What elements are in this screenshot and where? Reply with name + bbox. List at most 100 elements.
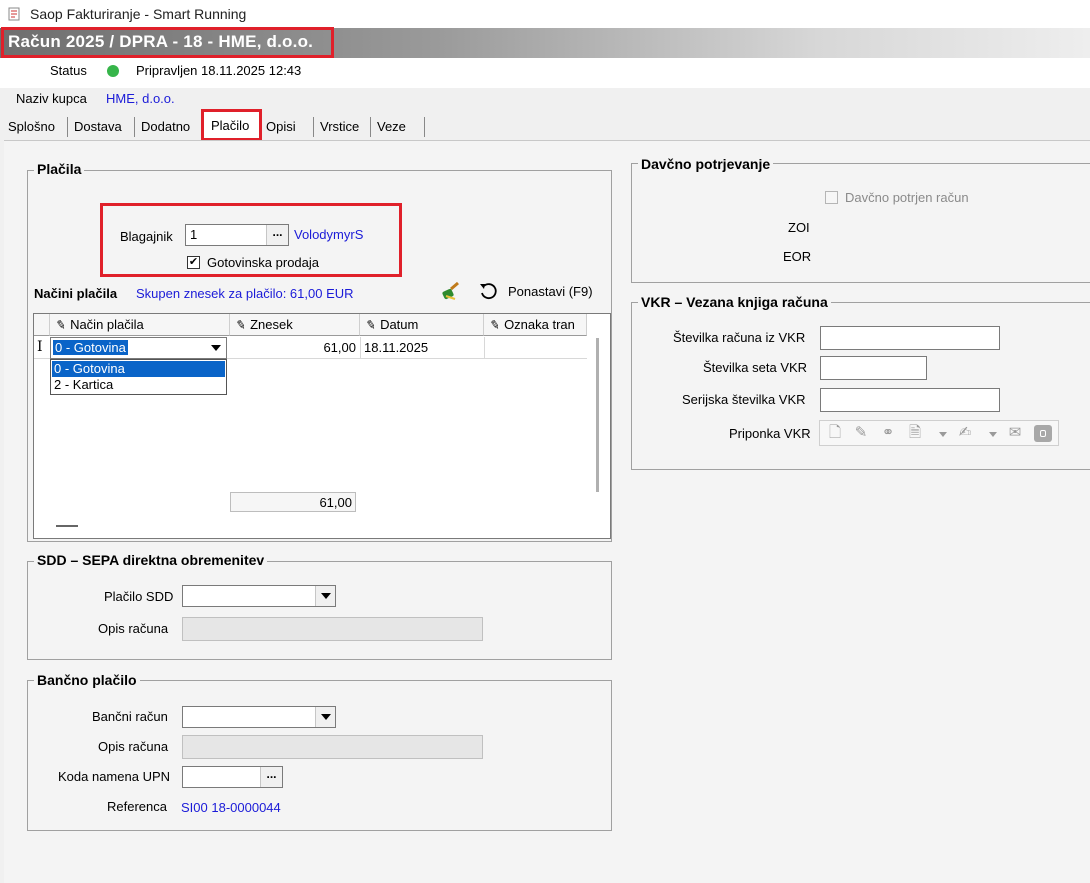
chevron-down-icon bbox=[320, 714, 331, 720]
nacini-placila-label: Načini plačila bbox=[34, 286, 118, 301]
row-znesek[interactable]: 61,00 bbox=[230, 340, 356, 355]
customer-link[interactable]: HME, d.o.o. bbox=[106, 91, 175, 106]
chevron-down-icon bbox=[211, 345, 221, 351]
gotovinska-label: Gotovinska prodaja bbox=[207, 255, 320, 270]
app-icon bbox=[8, 7, 20, 21]
tab-separator bbox=[370, 117, 371, 137]
nacin-placila-value: 0 - Gotovina bbox=[53, 340, 128, 355]
placilo-sdd-dropdown-button[interactable] bbox=[315, 586, 335, 606]
tab-opisi[interactable]: Opisi bbox=[266, 116, 296, 138]
dropdown-option-kartica[interactable]: 2 - Kartica bbox=[52, 377, 225, 393]
gotovinska-checkbox[interactable]: ✔ bbox=[187, 256, 200, 269]
row-datum[interactable]: 18.11.2025 bbox=[364, 340, 428, 355]
placila-title: Plačila bbox=[34, 161, 85, 177]
blagajnik-name-link[interactable]: VolodymyrS bbox=[294, 227, 363, 242]
sign-document-icon[interactable]: ✍ bbox=[956, 424, 974, 442]
tab-dodatno[interactable]: Dodatno bbox=[141, 116, 190, 138]
tab-splosno[interactable]: Splošno bbox=[8, 116, 55, 138]
ponastavi-button[interactable]: Ponastavi (F9) bbox=[508, 284, 593, 299]
tab-separator bbox=[313, 117, 314, 137]
tab-vrstice[interactable]: Vrstice bbox=[320, 116, 359, 138]
sdd-opis-field bbox=[182, 617, 483, 641]
add-attachment-icon[interactable]: 🗎 bbox=[906, 424, 924, 442]
lock-icon[interactable] bbox=[1034, 425, 1052, 442]
referenca-value: SI00 18-0000044 bbox=[181, 800, 281, 815]
bancni-racun-dropdown-button[interactable] bbox=[315, 707, 335, 727]
zoi-label: ZOI bbox=[788, 220, 810, 235]
blagajnik-browse-button[interactable]: ... bbox=[266, 225, 288, 245]
dropdown-option-gotovina[interactable]: 0 - Gotovina bbox=[52, 361, 225, 377]
edit-pencil-icon: ✎ bbox=[234, 317, 248, 333]
davcno-potrjen-label: Davčno potrjen račun bbox=[845, 190, 969, 205]
nacin-dropdown-button[interactable] bbox=[206, 338, 226, 358]
sdd-group bbox=[27, 561, 612, 660]
davcno-group bbox=[631, 163, 1090, 283]
vkr-title: VKR – Vezana knjiga računa bbox=[638, 294, 831, 310]
text-cursor-icon: I bbox=[37, 339, 43, 355]
grid-header-datum[interactable]: ✎ Datum bbox=[360, 314, 484, 336]
vkr-serijska-label: Serijska številka VKR bbox=[682, 392, 806, 407]
bancno-opis-field bbox=[182, 735, 483, 759]
vkr-stevilka-label: Številka računa iz VKR bbox=[673, 330, 806, 345]
blagajnik-label: Blagajnik bbox=[120, 229, 173, 244]
status-label: Status bbox=[50, 63, 87, 78]
vkr-priponka-label: Priponka VKR bbox=[729, 426, 811, 441]
vkr-serijska-field[interactable] bbox=[820, 388, 1000, 412]
vkr-seta-label: Številka seta VKR bbox=[703, 360, 808, 375]
grid-header-oznaka[interactable]: ✎ Oznaka tran bbox=[484, 314, 587, 336]
blagajnik-field[interactable]: 1 ... bbox=[185, 224, 289, 246]
edit-pencil-icon: ✎ bbox=[364, 317, 378, 333]
bancno-opis-label: Opis računa bbox=[98, 739, 169, 754]
payment-methods-grid[interactable]: ✎ Način plačila ✎ Znesek ✎ Datum ✎ Oznaka tr… bbox=[33, 313, 611, 539]
clear-broom-icon[interactable] bbox=[440, 280, 462, 302]
vkr-stevilka-field[interactable] bbox=[820, 326, 1000, 350]
link-icon[interactable]: ⚭ bbox=[879, 424, 897, 442]
cell-divider bbox=[484, 337, 485, 359]
edit-pencil-icon: ✎ bbox=[488, 317, 502, 333]
koda-namena-label: Koda namena UPN bbox=[58, 769, 171, 784]
placilo-sdd-select[interactable] bbox=[182, 585, 336, 607]
sdd-opis-label: Opis računa bbox=[98, 621, 169, 636]
grid-total-value: 61,00 bbox=[319, 495, 352, 510]
sdd-title: SDD – SEPA direktna obremenitev bbox=[34, 552, 268, 568]
cell-divider bbox=[360, 337, 361, 359]
check-icon: ✔ bbox=[188, 256, 199, 268]
grid-header-znesek[interactable]: ✎ Znesek bbox=[230, 314, 360, 336]
status-value: Pripravljen 18.11.2025 12:43 bbox=[136, 63, 302, 78]
grid-vertical-scrollbar[interactable] bbox=[596, 338, 599, 492]
vkr-seta-field[interactable] bbox=[820, 356, 927, 380]
status-indicator-icon bbox=[107, 65, 119, 77]
bancni-racun-label: Bančni račun bbox=[92, 709, 168, 724]
new-document-icon[interactable]: 🗋 bbox=[826, 424, 844, 442]
reset-icon[interactable] bbox=[478, 281, 500, 301]
chevron-down-icon[interactable] bbox=[989, 432, 997, 437]
chevron-down-icon[interactable] bbox=[939, 432, 947, 437]
tab-separator bbox=[134, 117, 135, 137]
window-title: Saop Fakturiranje - Smart Running bbox=[30, 6, 247, 22]
placilo-sdd-label: Plačilo SDD bbox=[104, 589, 174, 604]
bancno-title: Bančno plačilo bbox=[34, 672, 140, 688]
tab-separator bbox=[424, 117, 425, 137]
tab-dostava[interactable]: Dostava bbox=[74, 116, 122, 138]
davcno-potrjen-checkbox bbox=[825, 191, 838, 204]
tab-separator bbox=[67, 117, 68, 137]
koda-namena-browse-button[interactable]: ... bbox=[260, 767, 282, 787]
grid-horizontal-scrollbar[interactable] bbox=[56, 525, 78, 527]
edit-pencil-icon: ✎ bbox=[54, 317, 68, 333]
grid-header-nacin[interactable]: ✎ Način plačila bbox=[50, 314, 230, 336]
nacin-dropdown-list[interactable]: 0 - Gotovina 2 - Kartica bbox=[50, 359, 227, 395]
eor-label: EOR bbox=[783, 249, 812, 264]
bancni-racun-select[interactable] bbox=[182, 706, 336, 728]
blagajnik-value: 1 bbox=[190, 227, 198, 242]
nacin-placila-combo[interactable]: 0 - Gotovina bbox=[50, 337, 227, 359]
grid-row-selector-header bbox=[34, 314, 50, 336]
referenca-label: Referenca bbox=[107, 799, 167, 814]
tab-veze[interactable]: Veze bbox=[377, 116, 406, 138]
document-title: Račun 2025 / DPRA - 18 - HME, d.o.o. bbox=[8, 32, 314, 51]
edit-document-icon[interactable]: ✎ bbox=[852, 424, 870, 442]
skupen-znesek-text: Skupen znesek za plačilo: 61,00 EUR bbox=[136, 286, 354, 301]
certificate-icon[interactable]: ✉ bbox=[1006, 424, 1024, 442]
tab-placilo[interactable]: Plačilo bbox=[211, 115, 249, 137]
customer-label: Naziv kupca bbox=[16, 91, 87, 106]
koda-namena-field[interactable]: ... bbox=[182, 766, 283, 788]
